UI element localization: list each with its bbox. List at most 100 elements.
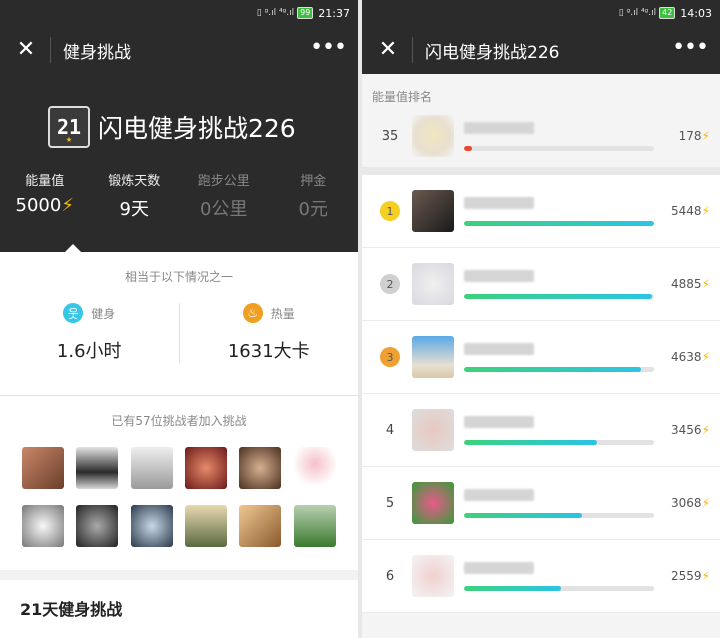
blurred-username: [464, 196, 534, 209]
participant-avatars: [16, 447, 342, 547]
nav-title: 闪电健身挑战226: [425, 42, 560, 63]
user-avatar[interactable]: [412, 115, 454, 157]
nav-divider: [412, 37, 413, 63]
energy-bar: [464, 220, 654, 226]
energy-bar-fill: [464, 366, 641, 372]
energy-value: 3456⚡: [671, 423, 710, 437]
participant-avatar[interactable]: [293, 447, 336, 489]
energy-bar: [464, 585, 654, 591]
fitness-equivalent: 웃 健身 1.6小时: [0, 303, 179, 363]
lightning-icon: ⚡: [701, 496, 710, 510]
challenge-header: 21 ★ 闪电健身挑战226: [48, 106, 296, 148]
energy-bar: [464, 512, 654, 518]
battery-icon: 99: [297, 7, 314, 19]
participant-avatar[interactable]: [130, 447, 173, 489]
navbar: ✕ 闪电健身挑战226 •••: [362, 26, 720, 74]
stat-energy[interactable]: 能量值 5000⚡: [0, 170, 90, 221]
equivalent-panel: 相当于以下情况之一 웃 健身 1.6小时 ♨ 热量 1631大卡: [0, 252, 358, 396]
signal-icons: ▯ ᵍ.ıl ⁴ᵍ.ıl 99: [257, 7, 314, 19]
battery-icon: 42: [659, 7, 676, 19]
stat-value: 5000⚡: [0, 195, 90, 216]
user-avatar[interactable]: [412, 409, 454, 451]
flame-icon: ♨: [242, 303, 263, 323]
rank-number: 2: [372, 274, 408, 294]
calorie-value: 1631大卡: [227, 341, 310, 362]
participant-avatar[interactable]: [76, 447, 119, 489]
lightning-icon: ⚡: [701, 350, 710, 364]
ranking-screen: ▯ ᵍ.ıl ⁴ᵍ.ıl 42 14:03 ✕ 闪电健身挑战226 ••• 能量…: [362, 0, 720, 638]
blurred-username: [464, 269, 534, 282]
energy-value: 4885⚡: [671, 277, 710, 291]
energy-value: 5000: [15, 195, 62, 216]
navbar: ✕ 健身挑战 •••: [0, 26, 358, 74]
energy-bar: [464, 145, 654, 151]
participant-avatar[interactable]: [76, 505, 119, 547]
ranking-row[interactable]: 2 4885⚡: [362, 248, 720, 320]
rank-number: 1: [372, 201, 408, 221]
more-options-icon[interactable]: •••: [672, 37, 709, 59]
calorie-label: 热量: [270, 306, 295, 321]
section-gap: [362, 167, 720, 175]
participants-caption: 已有57位挑战者加入挑战: [111, 414, 247, 428]
stats-row: 能量值 5000⚡ 锻炼天数 9天 跑步公里 0公里 押金 0元: [0, 170, 358, 221]
blurred-username: [464, 561, 534, 574]
participant-avatar[interactable]: [185, 447, 228, 489]
energy-value: 5448⚡: [671, 204, 710, 218]
participant-avatar[interactable]: [293, 505, 336, 547]
stat-deposit[interactable]: 押金 0元: [269, 170, 359, 221]
stat-label: 押金: [300, 174, 327, 189]
equivalent-caption: 相当于以下情况之一: [124, 270, 233, 284]
ranking-row[interactable]: 4 3456⚡: [362, 394, 720, 466]
ranking-row[interactable]: 5 3068⚡: [362, 467, 720, 539]
stat-label: 能量值: [25, 174, 65, 189]
lightning-icon: ⚡: [701, 129, 710, 143]
participant-avatar[interactable]: [239, 505, 282, 547]
stat-days[interactable]: 锻炼天数 9天: [90, 170, 180, 221]
blurred-username: [464, 121, 534, 134]
participant-avatar[interactable]: [239, 447, 282, 489]
clock: 14:03: [680, 6, 712, 20]
participant-avatar[interactable]: [185, 505, 228, 547]
user-avatar[interactable]: [412, 263, 454, 305]
my-ranking-row[interactable]: 35 178⚡: [362, 105, 720, 167]
challenge-overview-screen: ▯ ᵍ.ıl ⁴ᵍ.ıl 99 21:37 ✕ 健身挑战 ••• 21 ★ 闪电…: [0, 0, 358, 638]
ranking-row[interactable]: 1 5448⚡: [362, 175, 720, 247]
energy-bar-fill: [464, 585, 561, 591]
fitness-label: 健身: [91, 306, 116, 321]
energy-value: 178⚡: [678, 129, 710, 143]
close-icon[interactable]: ✕: [14, 39, 38, 61]
medal-icon: 2: [380, 274, 400, 294]
stat-running[interactable]: 跑步公里 0公里: [179, 170, 269, 221]
energy-bar-fill: [464, 439, 597, 445]
ranking-row[interactable]: 6 2559⚡: [362, 540, 720, 612]
challenge-logo: 21 ★: [48, 106, 90, 148]
ranking-row[interactable]: 3 4638⚡: [362, 321, 720, 393]
energy-bar-fill: [464, 293, 653, 299]
participant-avatar[interactable]: [130, 505, 173, 547]
participant-avatar[interactable]: [22, 447, 65, 489]
user-avatar[interactable]: [412, 190, 454, 232]
rank-number: 3: [372, 347, 408, 367]
energy-value: 4638⚡: [671, 350, 710, 364]
blurred-username: [464, 342, 534, 355]
signal-icons: ▯ ᵍ.ıl ⁴ᵍ.ıl 42: [619, 7, 676, 19]
clock: 21:37: [318, 6, 350, 20]
stat-value: 9天: [119, 199, 149, 220]
stat-label: 锻炼天数: [108, 174, 161, 189]
more-options-icon[interactable]: •••: [310, 37, 347, 59]
user-avatar[interactable]: [412, 555, 454, 597]
user-avatar[interactable]: [412, 336, 454, 378]
ranking-list: 1 5448⚡ 2 4885⚡ 3 4638⚡ 4 3456⚡ 5 3068⚡ 6 2559⚡: [362, 175, 720, 613]
energy-bar: [464, 293, 654, 299]
participant-avatar[interactable]: [22, 505, 65, 547]
energy-bar-fill: [464, 220, 654, 226]
user-avatar[interactable]: [412, 482, 454, 524]
nav-divider: [50, 37, 51, 63]
row-divider: [362, 612, 720, 613]
close-icon[interactable]: ✕: [376, 39, 400, 61]
blurred-username: [464, 488, 534, 501]
nav-title: 健身挑战: [63, 42, 131, 63]
ranking-caption: 能量值排名: [372, 90, 433, 104]
rank-number: 5: [385, 495, 395, 511]
person-icon: 웃: [63, 303, 84, 323]
